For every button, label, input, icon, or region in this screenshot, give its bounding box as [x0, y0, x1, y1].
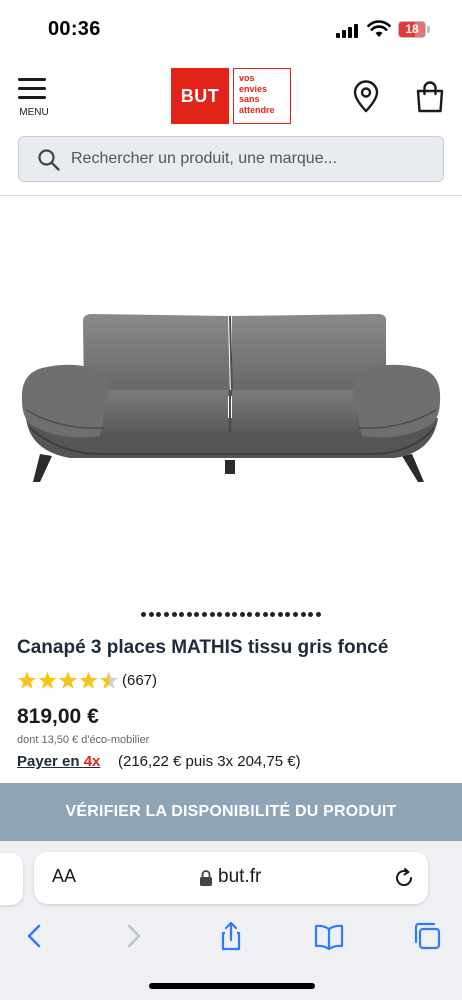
product-image[interactable] — [0, 196, 462, 606]
tagline-line: attendre — [239, 104, 275, 115]
tagline-line: envies — [239, 83, 268, 94]
search-icon — [38, 149, 60, 171]
status-time: 00:36 — [48, 18, 101, 40]
logo-tagline: vos envies sans attendre — [233, 68, 291, 124]
carousel-dot[interactable] — [300, 612, 306, 618]
carousel-dots[interactable] — [0, 606, 462, 620]
menu-button[interactable]: MENU — [14, 74, 54, 120]
search-bar[interactable] — [18, 136, 444, 182]
carousel-dot[interactable] — [293, 612, 299, 618]
url-text: but.fr — [218, 866, 262, 887]
carousel-dot[interactable] — [308, 612, 314, 618]
star-icon — [38, 671, 57, 689]
star-icon — [58, 671, 78, 689]
previous-tab[interactable] — [0, 853, 23, 905]
carousel-dot[interactable] — [201, 612, 207, 618]
battery-icon: 18 — [398, 21, 430, 38]
carousel-dot[interactable] — [224, 612, 230, 618]
carousel-dot[interactable] — [141, 612, 147, 618]
reader-options-button[interactable]: AA — [52, 866, 76, 887]
check-availability-button[interactable]: VÉRIFIER LA DISPONIBILITÉ DU PRODUIT — [0, 783, 462, 841]
signal-icon — [336, 22, 360, 38]
hamburger-icon — [18, 78, 46, 100]
carousel-dot[interactable] — [217, 612, 223, 618]
product-price: 819,00 € — [17, 705, 99, 728]
carousel-dot[interactable] — [285, 612, 291, 618]
star-icon — [17, 671, 37, 689]
tabs-icon[interactable] — [412, 921, 442, 951]
star-icon — [99, 671, 119, 689]
home-indicator — [149, 983, 315, 989]
carousel-dot[interactable] — [179, 612, 185, 618]
back-icon[interactable] — [20, 921, 50, 951]
carousel-dot[interactable] — [262, 612, 268, 618]
location-pin-icon[interactable] — [350, 80, 382, 114]
carousel-dot[interactable] — [255, 612, 261, 618]
search-input[interactable] — [71, 137, 431, 181]
carousel-dot[interactable] — [277, 612, 283, 618]
carousel-dot[interactable] — [163, 612, 169, 618]
carousel-dot[interactable] — [315, 612, 321, 618]
star-icon — [79, 671, 98, 689]
share-icon[interactable] — [216, 921, 246, 951]
shopping-bag-icon[interactable] — [414, 80, 446, 114]
wifi-icon — [367, 20, 391, 37]
menu-label: MENU — [19, 107, 49, 118]
logo-but: BUT — [171, 68, 229, 124]
address-bar[interactable]: AA but.fr — [34, 852, 428, 904]
carousel-dot[interactable] — [148, 612, 154, 618]
status-bar: 00:36 18 — [0, 0, 462, 60]
site-header: MENU BUT vos envies sans attendre — [0, 60, 462, 130]
lock-icon — [200, 870, 212, 886]
tagline-line: vos — [239, 73, 255, 83]
forward-icon[interactable] — [118, 921, 148, 951]
carousel-dot[interactable] — [194, 612, 200, 618]
carousel-dot[interactable] — [247, 612, 253, 618]
battery-level: 18 — [405, 22, 419, 36]
pay-in-4x-link[interactable]: Payer en 4x — [17, 753, 100, 770]
carousel-dot[interactable] — [239, 612, 245, 618]
carousel-dot[interactable] — [186, 612, 192, 618]
carousel-dot[interactable] — [232, 612, 238, 618]
payer-4x: 4x — [83, 753, 101, 770]
product-title: Canapé 3 places MATHIS tissu gris foncé — [17, 637, 389, 658]
but-logo[interactable]: BUT vos envies sans attendre — [171, 68, 292, 124]
payer-label: Payer en — [17, 753, 80, 770]
carousel-dot[interactable] — [270, 612, 276, 618]
carousel-dot[interactable] — [209, 612, 215, 618]
reload-icon[interactable] — [392, 866, 416, 890]
carousel-dot[interactable] — [156, 612, 162, 618]
aa-label: AA — [52, 866, 77, 886]
rating-stars — [17, 671, 119, 689]
carousel-dot[interactable] — [171, 612, 177, 618]
bookmarks-icon[interactable] — [314, 921, 344, 951]
tagline-line: sans — [239, 94, 260, 104]
browser-toolbar — [0, 913, 462, 959]
eco-fee: dont 13,50 € d'éco-mobilier — [17, 734, 150, 746]
browser-chrome: AA but.fr — [0, 841, 462, 1000]
installments-text: (216,22 € puis 3x 204,75 €) — [118, 753, 301, 770]
review-count[interactable]: (667) — [122, 672, 157, 689]
